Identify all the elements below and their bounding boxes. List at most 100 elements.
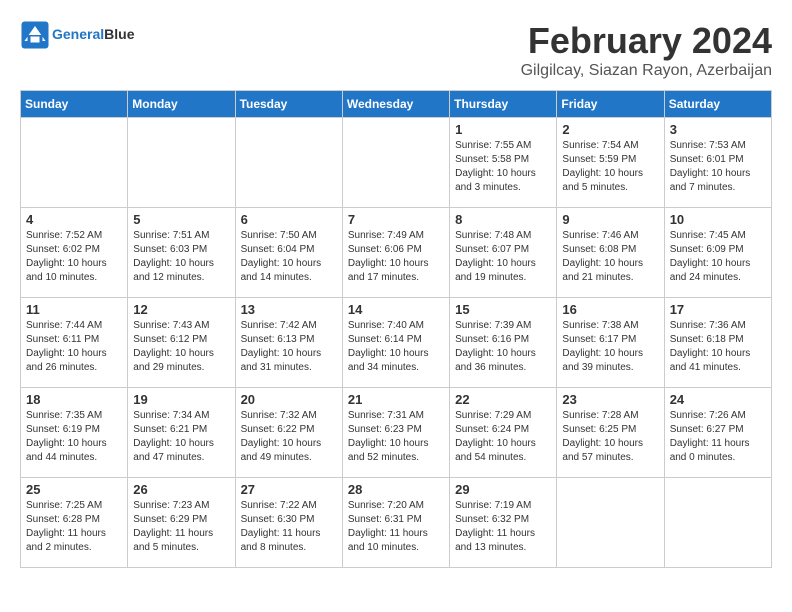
week-row-2: 4 Sunrise: 7:52 AM Sunset: 6:02 PM Daylig…: [21, 208, 772, 298]
day-cell: [21, 118, 128, 208]
day-info: Sunrise: 7:36 AM Sunset: 6:18 PM Dayligh…: [670, 319, 766, 375]
day-number: 17: [670, 302, 766, 317]
day-info: Sunrise: 7:25 AM Sunset: 6:28 PM Dayligh…: [26, 499, 122, 555]
week-row-1: 1 Sunrise: 7:55 AM Sunset: 5:58 PM Daylig…: [21, 118, 772, 208]
day-cell: 21Sunrise: 7:31 AM Sunset: 6:23 PM Dayli…: [342, 388, 449, 478]
day-number: 1: [455, 122, 551, 137]
day-cell: 3 Sunrise: 7:53 AM Sunset: 6:01 PM Daylig…: [664, 118, 771, 208]
month-title: February 2024: [521, 20, 772, 62]
weekday-header-sunday: Sunday: [21, 91, 128, 118]
weekday-header-saturday: Saturday: [664, 91, 771, 118]
weekday-header-tuesday: Tuesday: [235, 91, 342, 118]
day-number: 13: [241, 302, 337, 317]
week-row-4: 18 Sunrise: 7:35 AM Sunset: 6:19 PM Dayli…: [21, 388, 772, 478]
day-info: Sunrise: 7:26 AM Sunset: 6:27 PM Dayligh…: [670, 409, 766, 465]
day-info: Sunrise: 7:40 AM Sunset: 6:14 PM Dayligh…: [348, 319, 444, 375]
weekday-header-thursday: Thursday: [450, 91, 557, 118]
day-info: Sunrise: 7:29 AM Sunset: 6:24 PM Dayligh…: [455, 409, 551, 465]
day-number: 9: [562, 212, 658, 227]
day-info: Sunrise: 7:28 AM Sunset: 6:25 PM Dayligh…: [562, 409, 658, 465]
day-cell: 8Sunrise: 7:48 AM Sunset: 6:07 PM Daylig…: [450, 208, 557, 298]
day-cell: 16 Sunrise: 7:38 AM Sunset: 6:17 PM Dayli…: [557, 298, 664, 388]
day-number: 20: [241, 392, 337, 407]
logo-icon: [20, 20, 50, 50]
day-info: Sunrise: 7:55 AM Sunset: 5:58 PM Dayligh…: [455, 139, 551, 195]
day-number: 4: [26, 212, 122, 227]
day-number: 7: [348, 212, 444, 227]
day-number: 3: [670, 122, 766, 137]
day-cell: 14 Sunrise: 7:40 AM Sunset: 6:14 PM Dayli…: [342, 298, 449, 388]
day-cell: 26 Sunrise: 7:23 AM Sunset: 6:29 PM Dayli…: [128, 478, 235, 568]
day-cell: 28Sunrise: 7:20 AM Sunset: 6:31 PM Dayli…: [342, 478, 449, 568]
day-info: Sunrise: 7:22 AM Sunset: 6:30 PM Dayligh…: [241, 499, 337, 555]
day-cell: 1 Sunrise: 7:55 AM Sunset: 5:58 PM Daylig…: [450, 118, 557, 208]
day-cell: 11Sunrise: 7:44 AM Sunset: 6:11 PM Dayli…: [21, 298, 128, 388]
day-cell: 18 Sunrise: 7:35 AM Sunset: 6:19 PM Dayli…: [21, 388, 128, 478]
day-info: Sunrise: 7:46 AM Sunset: 6:08 PM Dayligh…: [562, 229, 658, 285]
weekday-header-friday: Friday: [557, 91, 664, 118]
day-info: Sunrise: 7:35 AM Sunset: 6:19 PM Dayligh…: [26, 409, 122, 465]
day-cell: 6 Sunrise: 7:50 AM Sunset: 6:04 PM Daylig…: [235, 208, 342, 298]
day-number: 21: [348, 392, 444, 407]
day-number: 27: [241, 482, 337, 497]
day-number: 15: [455, 302, 551, 317]
day-cell: [664, 478, 771, 568]
day-cell: [557, 478, 664, 568]
title-block: February 2024 Gilgilcay, Siazan Rayon, A…: [521, 20, 772, 80]
week-row-5: 25 Sunrise: 7:25 AM Sunset: 6:28 PM Dayli…: [21, 478, 772, 568]
day-number: 24: [670, 392, 766, 407]
day-info: Sunrise: 7:51 AM Sunset: 6:03 PM Dayligh…: [133, 229, 229, 285]
day-info: Sunrise: 7:53 AM Sunset: 6:01 PM Dayligh…: [670, 139, 766, 195]
day-info: Sunrise: 7:48 AM Sunset: 6:07 PM Dayligh…: [455, 229, 551, 285]
logo-general: General: [52, 26, 104, 42]
day-info: Sunrise: 7:44 AM Sunset: 6:11 PM Dayligh…: [26, 319, 122, 375]
location: Gilgilcay, Siazan Rayon, Azerbaijan: [521, 62, 772, 80]
logo: GeneralBlue: [20, 20, 134, 50]
day-number: 26: [133, 482, 229, 497]
day-cell: 22 Sunrise: 7:29 AM Sunset: 6:24 PM Dayli…: [450, 388, 557, 478]
day-cell: 10Sunrise: 7:45 AM Sunset: 6:09 PM Dayli…: [664, 208, 771, 298]
day-number: 22: [455, 392, 551, 407]
day-info: Sunrise: 7:50 AM Sunset: 6:04 PM Dayligh…: [241, 229, 337, 285]
week-row-3: 11Sunrise: 7:44 AM Sunset: 6:11 PM Dayli…: [21, 298, 772, 388]
day-cell: 19 Sunrise: 7:34 AM Sunset: 6:21 PM Dayli…: [128, 388, 235, 478]
day-info: Sunrise: 7:54 AM Sunset: 5:59 PM Dayligh…: [562, 139, 658, 195]
weekday-header-wednesday: Wednesday: [342, 91, 449, 118]
day-cell: 15Sunrise: 7:39 AM Sunset: 6:16 PM Dayli…: [450, 298, 557, 388]
day-cell: [235, 118, 342, 208]
day-number: 18: [26, 392, 122, 407]
day-cell: 2Sunrise: 7:54 AM Sunset: 5:59 PM Daylig…: [557, 118, 664, 208]
day-info: Sunrise: 7:43 AM Sunset: 6:12 PM Dayligh…: [133, 319, 229, 375]
day-number: 19: [133, 392, 229, 407]
day-cell: 7 Sunrise: 7:49 AM Sunset: 6:06 PM Daylig…: [342, 208, 449, 298]
day-info: Sunrise: 7:32 AM Sunset: 6:22 PM Dayligh…: [241, 409, 337, 465]
day-info: Sunrise: 7:52 AM Sunset: 6:02 PM Dayligh…: [26, 229, 122, 285]
day-info: Sunrise: 7:23 AM Sunset: 6:29 PM Dayligh…: [133, 499, 229, 555]
day-cell: 20 Sunrise: 7:32 AM Sunset: 6:22 PM Dayli…: [235, 388, 342, 478]
day-info: Sunrise: 7:38 AM Sunset: 6:17 PM Dayligh…: [562, 319, 658, 375]
day-info: Sunrise: 7:49 AM Sunset: 6:06 PM Dayligh…: [348, 229, 444, 285]
day-cell: 29Sunrise: 7:19 AM Sunset: 6:32 PM Dayli…: [450, 478, 557, 568]
day-cell: 13 Sunrise: 7:42 AM Sunset: 6:13 PM Dayli…: [235, 298, 342, 388]
day-info: Sunrise: 7:42 AM Sunset: 6:13 PM Dayligh…: [241, 319, 337, 375]
day-number: 25: [26, 482, 122, 497]
day-number: 5: [133, 212, 229, 227]
day-number: 16: [562, 302, 658, 317]
day-number: 29: [455, 482, 551, 497]
day-number: 14: [348, 302, 444, 317]
day-cell: 17 Sunrise: 7:36 AM Sunset: 6:18 PM Dayli…: [664, 298, 771, 388]
day-number: 28: [348, 482, 444, 497]
day-info: Sunrise: 7:34 AM Sunset: 6:21 PM Dayligh…: [133, 409, 229, 465]
day-number: 10: [670, 212, 766, 227]
day-cell: 23 Sunrise: 7:28 AM Sunset: 6:25 PM Dayli…: [557, 388, 664, 478]
day-cell: 5 Sunrise: 7:51 AM Sunset: 6:03 PM Daylig…: [128, 208, 235, 298]
weekday-header-row: SundayMondayTuesdayWednesdayThursdayFrid…: [21, 91, 772, 118]
weekday-header-monday: Monday: [128, 91, 235, 118]
logo-blue: Blue: [104, 26, 134, 42]
day-cell: [342, 118, 449, 208]
day-cell: 27 Sunrise: 7:22 AM Sunset: 6:30 PM Dayli…: [235, 478, 342, 568]
day-cell: 4 Sunrise: 7:52 AM Sunset: 6:02 PM Daylig…: [21, 208, 128, 298]
day-number: 23: [562, 392, 658, 407]
calendar-table: SundayMondayTuesdayWednesdayThursdayFrid…: [20, 90, 772, 568]
day-number: 6: [241, 212, 337, 227]
